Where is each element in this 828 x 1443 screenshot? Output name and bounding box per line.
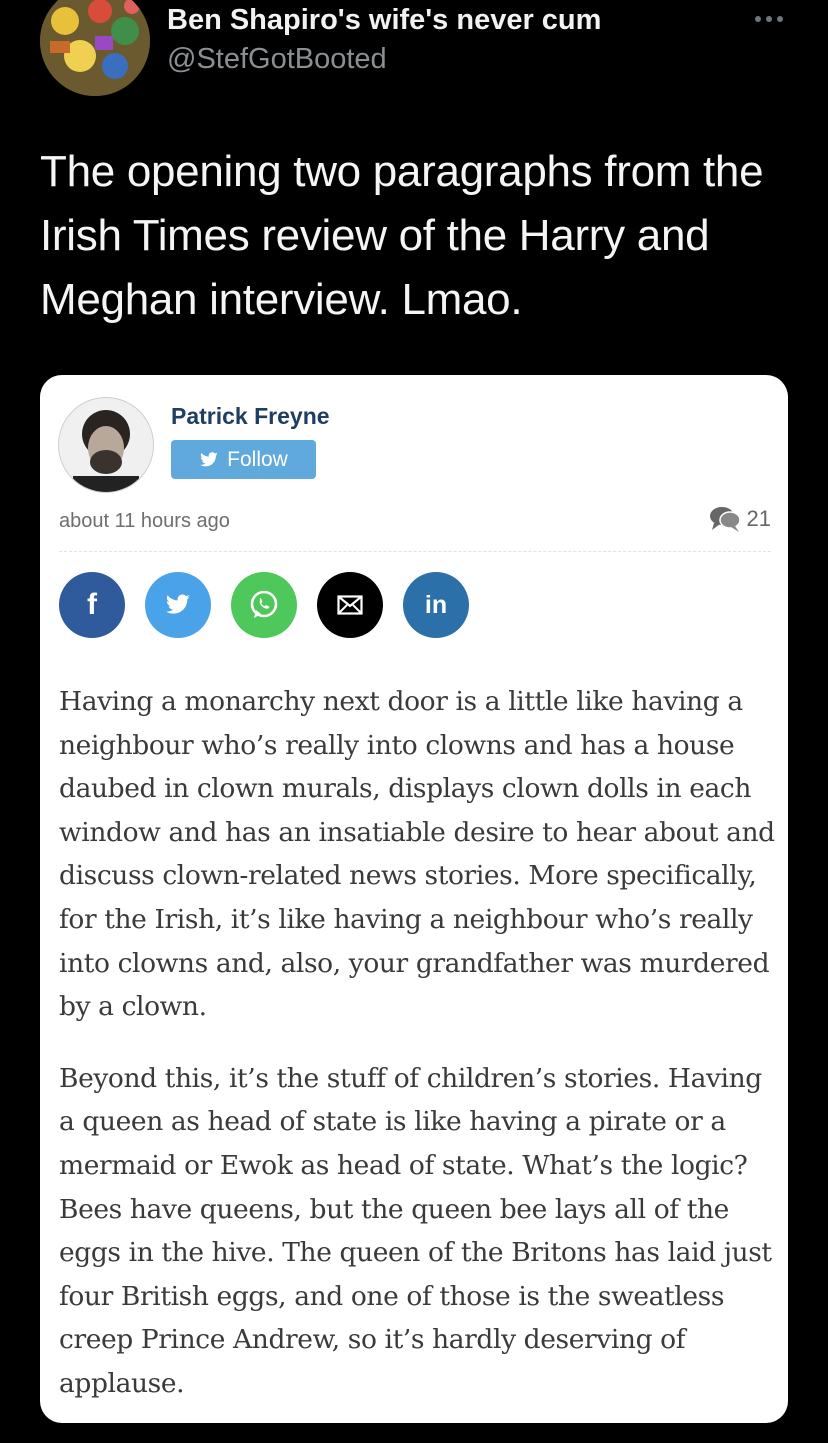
comment-count[interactable]: 21 [709, 505, 771, 533]
envelope-icon [337, 595, 363, 615]
share-buttons: f in [59, 572, 469, 638]
whatsapp-icon [250, 590, 278, 618]
tweet-text: The opening two paragraphs from the Iris… [40, 147, 764, 324]
facebook-share-button[interactable]: f [59, 572, 125, 638]
divider [59, 551, 771, 552]
follow-label: Follow [227, 447, 288, 471]
article-body: Having a monarchy next door is a little … [59, 680, 779, 1423]
twitter-share-button[interactable] [145, 572, 211, 638]
facebook-icon: f [87, 588, 97, 621]
user-avatar[interactable] [40, 0, 150, 96]
follow-button[interactable]: Follow [171, 440, 316, 479]
twitter-icon [165, 594, 190, 614]
comment-bubbles-icon [709, 507, 741, 532]
author-photo [58, 397, 154, 493]
whatsapp-share-button[interactable] [231, 572, 297, 638]
article-paragraph: Beyond this, it’s the stuff of children’… [59, 1062, 772, 1399]
more-options-icon[interactable] [752, 10, 786, 28]
display-name[interactable]: Ben Shapiro's wife's never cum [167, 4, 601, 37]
tweet-header: Ben Shapiro's wife's never cum @StefGotB… [0, 0, 828, 110]
comment-count-value: 21 [746, 506, 771, 531]
user-handle[interactable]: @StefGotBooted [167, 43, 387, 76]
twitter-bird-icon [200, 451, 218, 466]
linkedin-icon: in [424, 590, 448, 619]
email-share-button[interactable] [317, 572, 383, 638]
timestamp: about 11 hours ago [59, 510, 230, 532]
bottom-edge [0, 1423, 828, 1443]
linkedin-share-button[interactable]: in [403, 572, 469, 638]
embedded-screenshot-card[interactable]: Patrick Freyne Follow about 11 hours ago… [40, 375, 788, 1423]
author-name-link[interactable]: Patrick Freyne [171, 403, 330, 430]
article-paragraph: Having a monarchy next door is a little … [59, 686, 775, 1023]
